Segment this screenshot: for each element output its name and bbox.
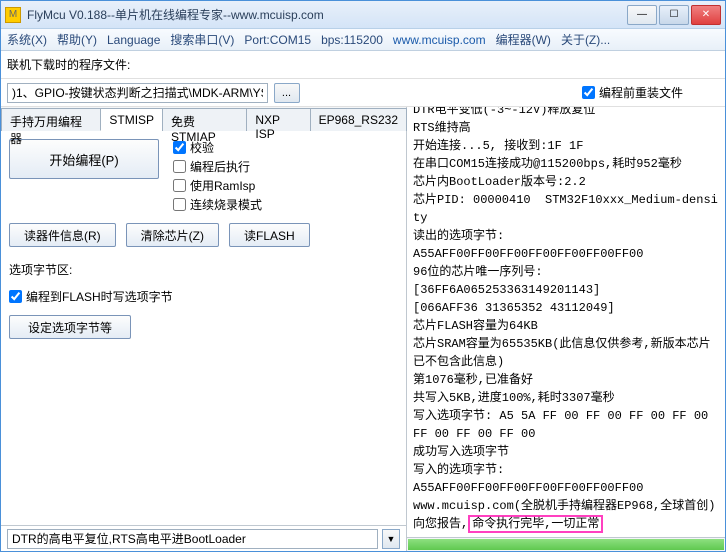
log-line: 第1076毫秒,已准备好 [413, 371, 719, 389]
write-option-bytes-checkbox[interactable] [9, 290, 22, 303]
log-line: A55AFF00FF00FF00FF00FF00FF00FF00 [413, 479, 719, 497]
titlebar: M FlyMcu V0.188--单片机在线编程专家--www.mcuisp.c… [1, 1, 725, 29]
left-panel: 手持万用编程器 STMISP 免费STMIAP NXP ISP EP968_RS… [1, 107, 407, 551]
cont-burn-label[interactable]: 连续烧录模式 [173, 196, 262, 213]
window-title: FlyMcu V0.188--单片机在线编程专家--www.mcuisp.com [27, 6, 625, 23]
menu-site-link[interactable]: www.mcuisp.com [393, 33, 486, 47]
main-area: 手持万用编程器 STMISP 免费STMIAP NXP ISP EP968_RS… [1, 107, 725, 551]
log-line: 芯片FLASH容量为64KB [413, 317, 719, 335]
tab-stmisp[interactable]: STMISP [100, 108, 163, 131]
menu-help[interactable]: 帮助(Y) [57, 31, 97, 48]
menu-bps[interactable]: bps:115200 [321, 33, 383, 47]
cont-burn-checkbox[interactable] [173, 198, 186, 211]
reload-before-program-text: 编程前重装文件 [599, 84, 683, 101]
write-option-bytes-label[interactable]: 编程到FLASH时写选项字节 [9, 288, 398, 305]
start-program-button[interactable]: 开始编程(P) [9, 139, 159, 179]
log-line: 共写入5KB,进度100%,耗时3307毫秒 [413, 389, 719, 407]
file-path-row: 联机下载时的程序文件: [1, 51, 725, 79]
read-device-info-button[interactable]: 读器件信息(R) [9, 223, 116, 247]
log-line: 成功写入选项字节 [413, 443, 719, 461]
log-line: RTS维持高 [413, 119, 719, 137]
window-buttons: — ☐ ✕ [625, 5, 721, 25]
log-line: DTR电平变低(-3~-12V)释放复位 [413, 107, 719, 119]
tab-handheld[interactable]: 手持万用编程器 [1, 108, 101, 131]
app-window: M FlyMcu V0.188--单片机在线编程专家--www.mcuisp.c… [0, 0, 726, 552]
option-bytes-section-label: 选项字节区: [9, 261, 398, 278]
menu-system[interactable]: 系统(X) [7, 31, 47, 48]
read-flash-button[interactable]: 读FLASH [229, 223, 310, 247]
reset-mode-bar: ▼ [1, 525, 406, 551]
progress-fill [408, 539, 724, 550]
file-path-input[interactable] [7, 83, 268, 103]
log-line: A55AFF00FF00FF00FF00FF00FF00FF00 [413, 245, 719, 263]
ramisp-label[interactable]: 使用RamIsp [173, 177, 262, 194]
log-line: 写入的选项字节: [413, 461, 719, 479]
reset-mode-dropdown-button[interactable]: ▼ [382, 529, 400, 549]
tab-body-stmisp: 开始编程(P) 校验 编程后执行 使用RamIsp 连续烧录模式 读器件信息(R… [1, 131, 406, 525]
menu-about[interactable]: 关于(Z)... [561, 31, 610, 48]
app-icon: M [5, 7, 21, 23]
log-line: 芯片内BootLoader版本号:2.2 [413, 173, 719, 191]
close-button[interactable]: ✕ [691, 5, 721, 25]
log-line: 读出的选项字节: [413, 227, 719, 245]
file-path-input-row: ... 编程前重装文件 [1, 79, 725, 107]
reset-mode-input[interactable] [7, 529, 378, 549]
log-line: [066AFF36 31365352 43112049] [413, 299, 719, 317]
reload-before-program-label[interactable]: 编程前重装文件 [582, 84, 683, 101]
tab-stmiap[interactable]: 免费STMIAP [162, 108, 247, 131]
tab-strip: 手持万用编程器 STMISP 免费STMIAP NXP ISP EP968_RS… [1, 107, 406, 131]
tab-nxpisp[interactable]: NXP ISP [246, 108, 310, 131]
menu-search-port[interactable]: 搜索串口(V) [170, 31, 234, 48]
log-line: 开始连接...5, 接收到:1F 1F [413, 137, 719, 155]
log-line: [36FF6A065253363149201143] [413, 281, 719, 299]
maximize-button[interactable]: ☐ [659, 5, 689, 25]
log-highlight: 命令执行完毕,一切正常 [468, 515, 603, 533]
file-path-label: 联机下载时的程序文件: [7, 56, 130, 73]
reload-before-program-checkbox[interactable] [582, 86, 595, 99]
option-checkboxes: 校验 编程后执行 使用RamIsp 连续烧录模式 [173, 139, 262, 213]
log-line: 在串口COM15连接成功@115200bps,耗时952毫秒 [413, 155, 719, 173]
menu-programmer[interactable]: 编程器(W) [496, 31, 551, 48]
progress-bar [407, 537, 725, 551]
ramisp-checkbox[interactable] [173, 179, 186, 192]
log-line: 96位的芯片唯一序列号: [413, 263, 719, 281]
browse-button[interactable]: ... [274, 83, 300, 103]
right-panel: RTS置高(+3~+12V),选择进入BootLoader...延时100毫秒D… [407, 107, 725, 551]
run-after-checkbox[interactable] [173, 160, 186, 173]
menu-language[interactable]: Language [107, 33, 160, 47]
minimize-button[interactable]: — [627, 5, 657, 25]
menubar: 系统(X) 帮助(Y) Language 搜索串口(V) Port:COM15 … [1, 29, 725, 51]
log-line: 芯片SRAM容量为65535KB(此信息仅供参考,新版本芯片已不包含此信息) [413, 335, 719, 371]
log-line: 芯片PID: 00000410 STM32F10xxx_Medium-densi… [413, 191, 719, 227]
erase-chip-button[interactable]: 清除芯片(Z) [126, 223, 219, 247]
log-output[interactable]: RTS置高(+3~+12V),选择进入BootLoader...延时100毫秒D… [407, 107, 725, 537]
log-line-final: www.mcuisp.com(全脱机手持编程器EP968,全球首创)向您报告,命… [413, 497, 719, 533]
tab-ep968[interactable]: EP968_RS232 [310, 108, 407, 131]
menu-port[interactable]: Port:COM15 [244, 33, 311, 47]
set-option-bytes-button[interactable]: 设定选项字节等 [9, 315, 131, 339]
run-after-label[interactable]: 编程后执行 [173, 158, 262, 175]
log-line: 写入选项字节: A5 5A FF 00 FF 00 FF 00 FF 00 FF… [413, 407, 719, 443]
